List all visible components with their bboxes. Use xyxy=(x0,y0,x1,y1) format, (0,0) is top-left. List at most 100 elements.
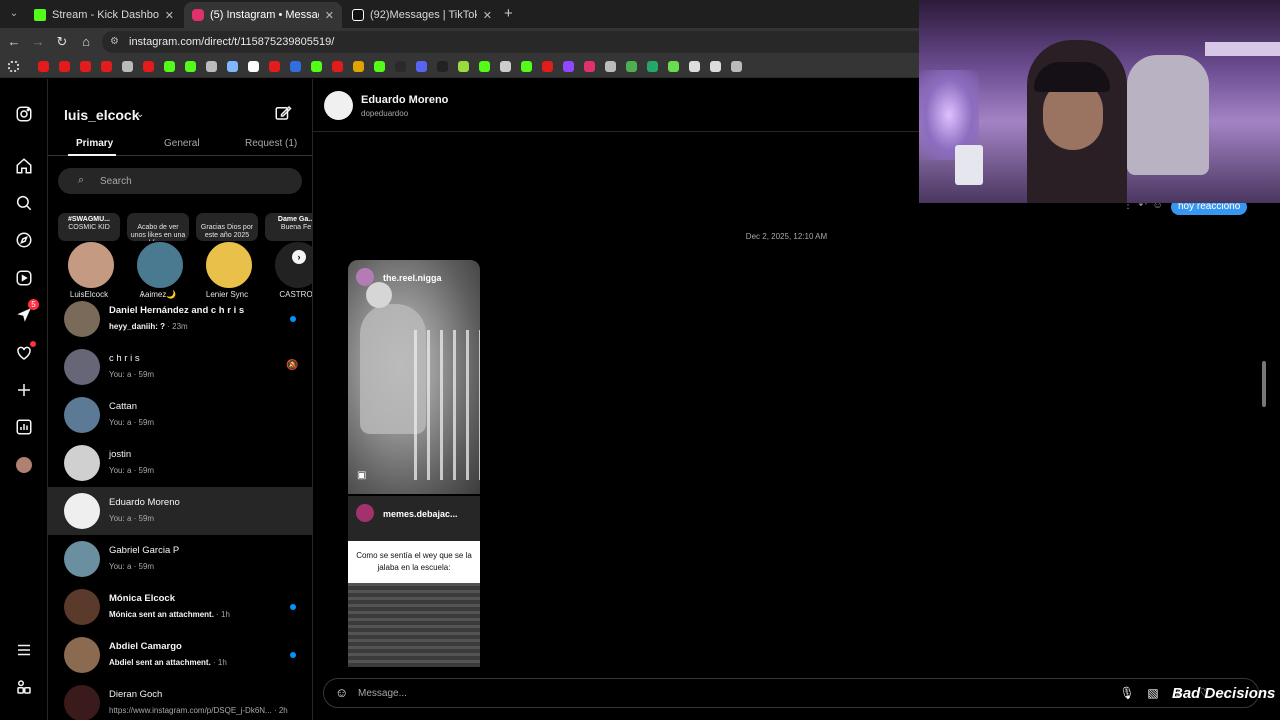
tab-search-chevron-icon[interactable]: ⌄ xyxy=(6,6,22,22)
forward-arrow-icon[interactable]: → xyxy=(30,34,46,50)
address-bar[interactable]: ⚙ instagram.com/direct/t/115875239805519… xyxy=(102,31,932,53)
chevron-down-icon[interactable]: ⌄ xyxy=(136,109,144,120)
bookmark-favicon-icon[interactable] xyxy=(731,61,742,72)
dashboard-chart-icon[interactable] xyxy=(14,417,34,437)
shared-reel-card[interactable]: the.reel.nigga ▣ xyxy=(348,260,480,494)
thread-name: c h r i s xyxy=(109,353,140,364)
search-icon[interactable] xyxy=(14,193,34,213)
bookmark-favicon-icon[interactable] xyxy=(395,61,406,72)
thread-row[interactable]: Daniel Hernández and c h r i s heyy_danii… xyxy=(48,295,312,343)
thread-row[interactable]: Eduardo Moreno You: a · 59m xyxy=(48,487,312,535)
bookmark-favicon-icon[interactable] xyxy=(521,61,532,72)
tab-tiktok-messages[interactable]: (92)Messages | TikTok ✕ xyxy=(344,2,500,28)
note-bubble: Gracias Dios por este año 2025 xyxy=(196,213,258,241)
compose-message-icon[interactable] xyxy=(274,104,292,122)
emoji-icon[interactable]: ☺ xyxy=(335,685,351,701)
bookmark-favicon-icon[interactable] xyxy=(626,61,637,72)
bookmark-favicon-icon[interactable] xyxy=(227,61,238,72)
thread-row[interactable]: Gabriel Garcia P You: a · 59m xyxy=(48,535,312,583)
post-account-name[interactable]: memes.debajac... xyxy=(383,509,458,519)
thread-avatar xyxy=(64,493,100,529)
bookmark-favicon-icon[interactable] xyxy=(164,61,175,72)
selected-tab-underline xyxy=(68,154,116,156)
bookmark-favicon-icon[interactable] xyxy=(563,61,574,72)
bookmark-favicon-icon[interactable] xyxy=(542,61,553,72)
tab-primary[interactable]: Primary xyxy=(76,138,113,149)
bookmark-favicon-icon[interactable] xyxy=(311,61,322,72)
new-tab-icon[interactable]: + xyxy=(504,5,513,22)
thread-time: · 2h xyxy=(271,706,288,715)
thread-row[interactable]: Abdiel Camargo Abdiel sent an attachment.… xyxy=(48,631,312,679)
contact-avatar[interactable] xyxy=(324,91,353,120)
bookmark-favicon-icon[interactable] xyxy=(38,61,49,72)
bookmark-favicon-icon[interactable] xyxy=(185,61,196,72)
menu-hamburger-icon[interactable] xyxy=(14,640,34,660)
note-avatar xyxy=(67,241,115,289)
note-title: #SWAGMU... xyxy=(67,216,110,223)
scrollbar-thumb[interactable] xyxy=(1262,361,1266,407)
conversation-scrollbar[interactable] xyxy=(1260,203,1268,663)
bookmark-favicon-icon[interactable] xyxy=(143,61,154,72)
thread-row[interactable]: Mónica Elcock Mónica sent an attachment. … xyxy=(48,583,312,631)
reels-icon[interactable] xyxy=(14,268,34,288)
back-arrow-icon[interactable]: ← xyxy=(6,34,22,50)
tab-requests[interactable]: Request (1) xyxy=(245,138,297,149)
profile-avatar-icon[interactable] xyxy=(14,455,34,475)
message-input[interactable] xyxy=(358,685,1058,701)
bookmark-favicon-icon[interactable] xyxy=(437,61,448,72)
apps-grid-icon[interactable] xyxy=(8,61,19,72)
thread-name: Abdiel Camargo xyxy=(109,641,182,652)
thread-row[interactable]: c h r i s You: a · 59m 🔕 xyxy=(48,343,312,391)
thread-row[interactable]: Dieran Goch https://www.instagram.com/p/D… xyxy=(48,679,312,720)
create-plus-icon[interactable] xyxy=(14,380,34,400)
close-tab-icon[interactable]: ✕ xyxy=(325,9,334,22)
account-username[interactable]: luis_elcock xyxy=(64,107,140,123)
instagram-logo-icon[interactable] xyxy=(14,104,34,124)
thread-avatar xyxy=(64,349,100,385)
more-apps-icon[interactable] xyxy=(14,677,34,697)
thread-row[interactable]: Cattan You: a · 59m xyxy=(48,391,312,439)
notes-next-chevron-icon[interactable]: › xyxy=(292,250,306,264)
search-input[interactable] xyxy=(100,172,290,190)
reel-account-name[interactable]: the.reel.nigga xyxy=(383,273,442,283)
bookmark-favicon-icon[interactable] xyxy=(416,61,427,72)
close-tab-icon[interactable]: ✕ xyxy=(165,9,174,22)
bookmark-favicon-icon[interactable] xyxy=(332,61,343,72)
home-icon[interactable] xyxy=(14,156,34,176)
bookmark-favicon-icon[interactable] xyxy=(479,61,490,72)
tab-general[interactable]: General xyxy=(164,138,200,149)
microphone-icon[interactable]: 🎙 xyxy=(1119,685,1135,701)
bookmark-favicon-icon[interactable] xyxy=(668,61,679,72)
bookmark-favicon-icon[interactable] xyxy=(605,61,616,72)
reload-icon[interactable]: ↻ xyxy=(54,34,70,50)
bookmark-favicon-icon[interactable] xyxy=(647,61,658,72)
bookmark-favicon-icon[interactable] xyxy=(101,61,112,72)
bookmark-favicon-icon[interactable] xyxy=(353,61,364,72)
bookmark-favicon-icon[interactable] xyxy=(59,61,70,72)
contact-name[interactable]: Eduardo Moreno xyxy=(361,94,448,106)
bookmark-favicon-icon[interactable] xyxy=(584,61,595,72)
thread-row[interactable]: jostin You: a · 59m xyxy=(48,439,312,487)
tab-kick-dashboard[interactable]: Stream - Kick Dashboard ✕ xyxy=(26,2,182,28)
bookmark-favicon-icon[interactable] xyxy=(710,61,721,72)
explore-compass-icon[interactable] xyxy=(14,230,34,250)
unread-dot xyxy=(290,652,296,658)
bookmark-favicon-icon[interactable] xyxy=(458,61,469,72)
bookmark-favicon-icon[interactable] xyxy=(500,61,511,72)
bookmark-favicon-icon[interactable] xyxy=(374,61,385,72)
image-icon[interactable]: ▧ xyxy=(1145,685,1161,701)
bookmark-favicon-icon[interactable] xyxy=(122,61,133,72)
messenger-icon[interactable]: 5 xyxy=(14,299,39,325)
bookmark-favicon-icon[interactable] xyxy=(290,61,301,72)
home-icon[interactable]: ⌂ xyxy=(78,34,94,50)
bookmark-favicon-icon[interactable] xyxy=(80,61,91,72)
shared-post-card[interactable]: memes.debajac... Como se sentía el wey q… xyxy=(348,496,480,667)
close-tab-icon[interactable]: ✕ xyxy=(483,9,492,22)
bookmark-favicon-icon[interactable] xyxy=(689,61,700,72)
tab-instagram-messages[interactable]: (5) Instagram • Messages ✕ xyxy=(184,2,342,28)
heart-icon[interactable] xyxy=(14,341,36,363)
site-info-icon[interactable]: ⚙ xyxy=(110,36,122,48)
bookmark-favicon-icon[interactable] xyxy=(269,61,280,72)
bookmark-favicon-icon[interactable] xyxy=(206,61,217,72)
bookmark-favicon-icon[interactable] xyxy=(248,61,259,72)
